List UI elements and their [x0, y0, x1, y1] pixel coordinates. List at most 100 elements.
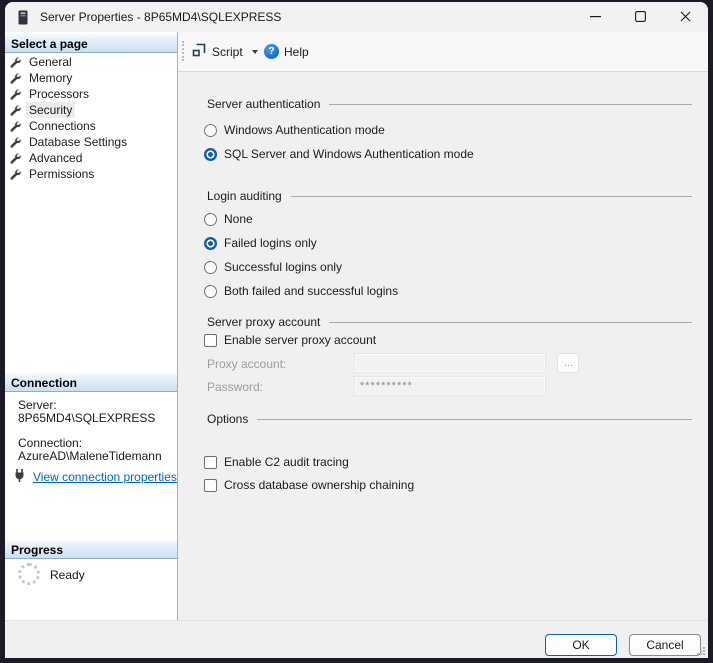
checkbox-cross-database-ownership-chaining[interactable]: Cross database ownership chaining	[204, 477, 414, 493]
wrench-icon	[9, 72, 21, 84]
wrench-icon	[9, 88, 21, 100]
close-icon	[680, 10, 691, 25]
sidebar-item-general[interactable]: General	[9, 54, 75, 70]
dialog-body: Select a page General Memory Processors …	[5, 32, 708, 620]
wrench-icon	[9, 56, 21, 68]
maximize-button[interactable]	[618, 2, 663, 32]
options-group: Options	[207, 411, 692, 426]
radio-icon	[204, 124, 217, 137]
group-title: Login auditing	[207, 189, 282, 203]
sidebar-item-label: Processors	[26, 86, 92, 102]
resize-grip[interactable]	[695, 645, 705, 655]
radio-label: Failed logins only	[224, 236, 317, 250]
sidebar-item-processors[interactable]: Processors	[9, 86, 92, 102]
toolbar: Script ? Help	[178, 32, 708, 71]
radio-failed-logins-only[interactable]: Failed logins only	[204, 235, 317, 251]
server-icon	[17, 10, 30, 25]
sidebar-item-label: Database Settings	[26, 134, 130, 150]
titlebar[interactable]: Server Properties - 8P65MD4\SQLEXPRESS	[5, 2, 708, 32]
password-label: Password:	[207, 380, 263, 394]
help-button[interactable]: ? Help	[260, 40, 313, 63]
group-title: Server authentication	[207, 97, 320, 111]
checkbox-label: Enable C2 audit tracing	[224, 455, 349, 469]
connection-value: AzureAD\MaleneTidemann	[18, 449, 162, 463]
script-button[interactable]: Script	[187, 40, 262, 63]
browse-button: ...	[557, 353, 579, 373]
sidebar-item-label: Memory	[26, 70, 75, 86]
toolbar-grip[interactable]	[182, 41, 184, 61]
script-label: Script	[212, 45, 243, 59]
password-row: Password:	[178, 377, 708, 397]
radio-none[interactable]: None	[204, 211, 253, 227]
group-rule	[291, 196, 692, 197]
sidebar-item-label: Connections	[26, 118, 99, 134]
radio-label: SQL Server and Windows Authentication mo…	[224, 147, 474, 161]
proxy-account-input	[355, 354, 545, 372]
chevron-down-icon	[252, 50, 258, 54]
wrench-icon	[9, 120, 21, 132]
radio-windows-authentication-mode[interactable]: Windows Authentication mode	[204, 122, 385, 138]
sidebar-item-label: Security	[26, 102, 75, 118]
cancel-button[interactable]: Cancel	[629, 634, 701, 656]
server-value: 8P65MD4\SQLEXPRESS	[18, 411, 155, 425]
radio-icon	[204, 261, 217, 274]
ok-button[interactable]: OK	[545, 634, 617, 656]
close-button[interactable]	[663, 2, 708, 32]
script-icon	[191, 42, 207, 61]
sidebar-item-label: Advanced	[26, 150, 85, 166]
group-rule	[257, 419, 692, 420]
login-auditing-group: Login auditing	[207, 188, 692, 203]
checkbox-enable-c2-audit-tracing[interactable]: Enable C2 audit tracing	[204, 454, 349, 470]
proxy-account-label: Proxy account:	[207, 357, 286, 371]
radio-label: Windows Authentication mode	[224, 123, 385, 137]
radio-icon	[204, 213, 217, 226]
radio-icon	[204, 285, 217, 298]
help-label: Help	[284, 45, 309, 59]
checkbox-label: Cross database ownership chaining	[224, 478, 414, 492]
checkbox-icon	[204, 456, 217, 469]
sidebar-item-permissions[interactable]: Permissions	[9, 166, 97, 182]
minimize-button[interactable]	[573, 2, 618, 32]
connection-header: Connection	[5, 373, 177, 392]
server-label: Server:	[18, 398, 57, 412]
help-question-icon: ?	[264, 44, 279, 59]
radio-successful-logins-only[interactable]: Successful logins only	[204, 259, 342, 275]
proxy-account-row: Proxy account: ...	[178, 354, 708, 374]
group-rule	[329, 322, 692, 323]
radio-both-failed-and-successful-logins[interactable]: Both failed and successful logins	[204, 283, 398, 299]
radio-sql-and-windows-authentication-mode[interactable]: SQL Server and Windows Authentication mo…	[204, 146, 474, 162]
sidebar-item-advanced[interactable]: Advanced	[9, 150, 85, 166]
sidebar-item-connections[interactable]: Connections	[9, 118, 99, 134]
security-page-content: Server authentication Windows Authentica…	[178, 71, 708, 620]
sidebar-item-security[interactable]: Security	[9, 102, 75, 118]
group-title: Server proxy account	[207, 315, 320, 329]
radio-icon-checked	[204, 237, 217, 250]
window-title: Server Properties - 8P65MD4\SQLEXPRESS	[40, 10, 281, 24]
checkbox-icon	[204, 334, 217, 347]
radio-label: Successful logins only	[224, 260, 342, 274]
spinner-icon	[18, 563, 40, 585]
sidebar-item-label: General	[26, 54, 75, 70]
maximize-icon	[635, 10, 646, 25]
wrench-icon	[9, 136, 21, 148]
server-proxy-account-group: Server proxy account	[207, 314, 692, 329]
progress-status: Ready	[50, 568, 85, 582]
connection-label: Connection:	[18, 436, 82, 450]
select-a-page-header: Select a page	[5, 34, 177, 53]
wrench-icon	[9, 152, 21, 164]
sidebar-item-memory[interactable]: Memory	[9, 70, 75, 86]
checkbox-icon	[204, 479, 217, 492]
window-controls	[573, 2, 708, 32]
checkbox-enable-server-proxy-account[interactable]: Enable server proxy account	[204, 332, 376, 348]
sidebar-item-database-settings[interactable]: Database Settings	[9, 134, 130, 150]
server-authentication-group: Server authentication	[207, 96, 692, 111]
radio-icon-checked	[204, 148, 217, 161]
minimize-icon	[590, 10, 601, 25]
progress-header: Progress	[5, 540, 177, 559]
view-connection-properties-link[interactable]: View connection properties	[33, 470, 177, 484]
server-properties-window: Server Properties - 8P65MD4\SQLEXPRESS S…	[5, 2, 708, 658]
main-area: Script ? Help Server authentication Wind…	[178, 32, 708, 620]
plug-icon	[13, 468, 27, 486]
group-title: Options	[207, 412, 248, 426]
footer: OK Cancel	[5, 620, 708, 658]
